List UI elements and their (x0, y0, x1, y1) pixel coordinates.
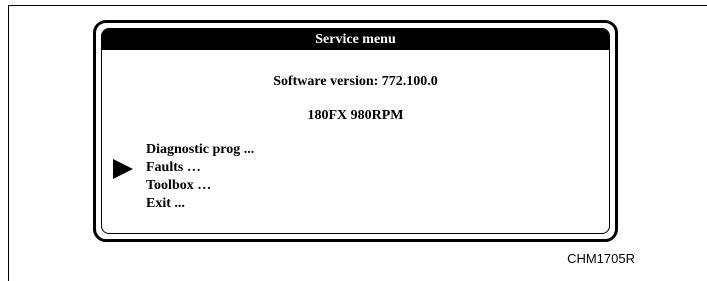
service-menu-list: Diagnostic prog ... Faults … Toolbox … E… (113, 141, 254, 213)
selection-pointer-icon (113, 159, 133, 179)
service-menu-screen: Service menu Software version: 772.100.0… (101, 28, 610, 234)
menu-item-label: Diagnostic prog ... (146, 142, 255, 157)
menu-item-faults[interactable]: Faults … (113, 159, 254, 179)
menu-item-label: Toolbox … (146, 178, 212, 193)
menu-item-diagnostic-prog[interactable]: Diagnostic prog ... (146, 141, 254, 159)
figure-frame-top-rule (8, 5, 707, 6)
model-rpm-text: 180FX 980RPM (307, 108, 404, 123)
menu-item-label: Faults … (146, 160, 201, 175)
figure-code-label: CHM1705R (567, 251, 635, 266)
menu-item-exit[interactable]: Exit ... (146, 195, 254, 213)
service-menu-title-bar: Service menu (102, 29, 609, 50)
display-screen-bezel: Service menu Software version: 772.100.0… (93, 20, 618, 242)
figure-frame-left-rule (8, 5, 9, 281)
software-version-text: Software version: 772.100.0 (273, 74, 438, 89)
menu-item-toolbox[interactable]: Toolbox … (146, 177, 254, 195)
menu-item-label: Exit ... (146, 196, 185, 211)
service-menu-title: Service menu (315, 32, 396, 47)
